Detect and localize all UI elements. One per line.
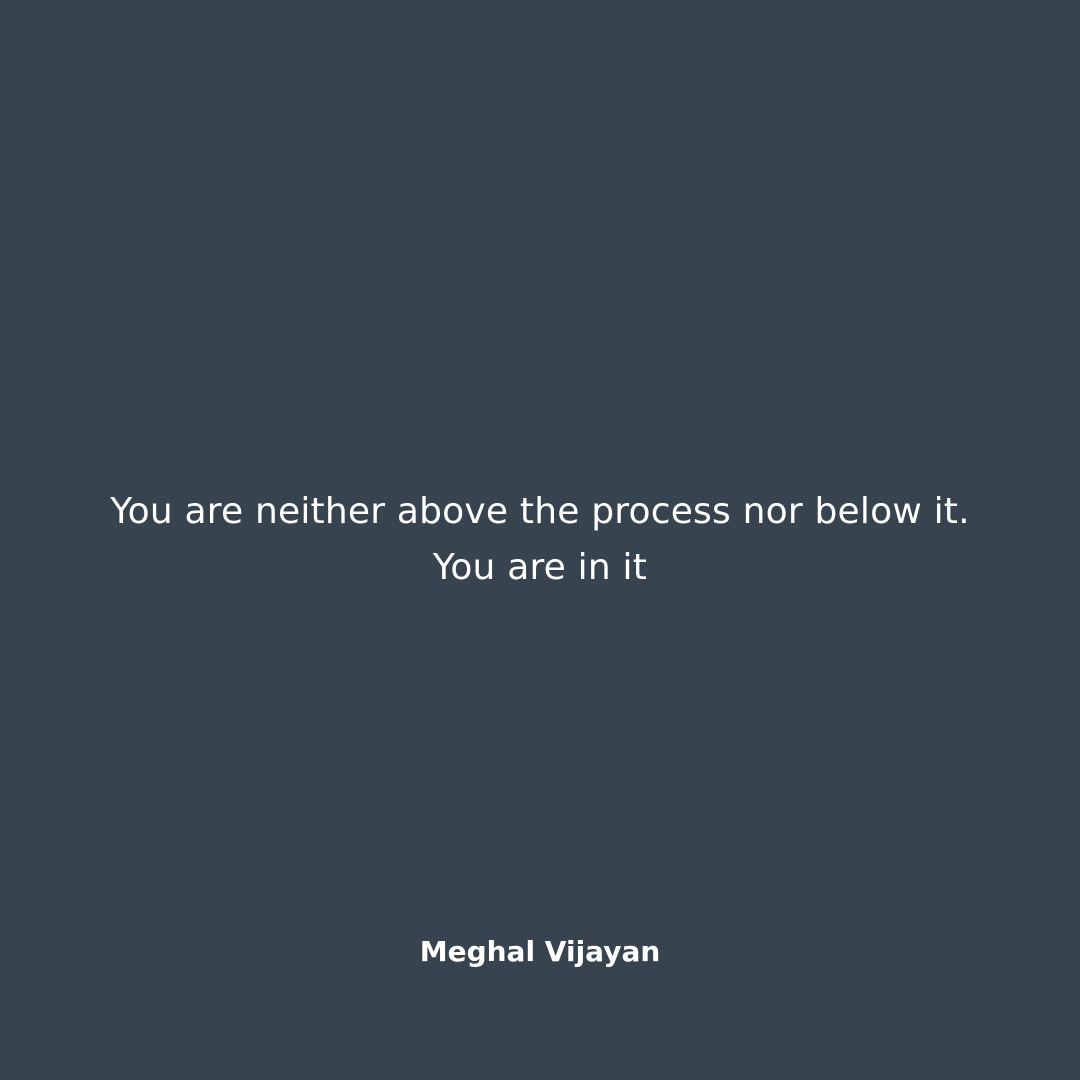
author-name: Meghal Vijayan <box>419 935 661 968</box>
quote-card: You are neither above the process nor be… <box>0 0 1080 1080</box>
quote-text: You are neither above the process nor be… <box>110 491 970 588</box>
